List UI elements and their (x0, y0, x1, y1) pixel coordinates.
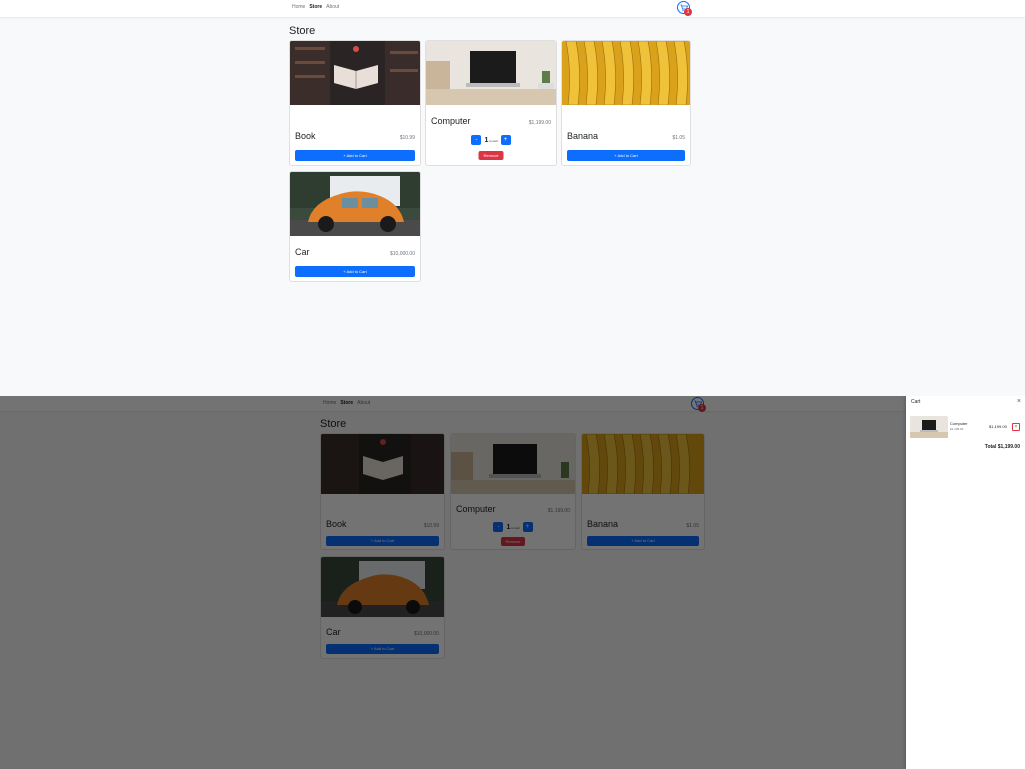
product-price: $1,199.00 (528, 120, 551, 126)
add-to-cart-button[interactable]: + Add to Cart (295, 266, 415, 277)
increase-quantity-button[interactable]: + (500, 135, 511, 145)
quantity-value: 1 (484, 136, 489, 144)
product-name: Car (295, 247, 310, 257)
cart-total: Total $1,199.00 (984, 444, 1020, 450)
nav-store-link[interactable]: Store (309, 4, 322, 10)
decrease-quantity-button[interactable]: - (471, 135, 482, 145)
cart-item-name: Computer (950, 421, 968, 426)
product-price: $10,000.00 (389, 251, 415, 257)
page-title: Store (289, 25, 316, 37)
cart-item-image (910, 416, 948, 438)
close-icon[interactable]: × (1017, 398, 1021, 405)
car-image (290, 172, 420, 236)
product-price: $1.05 (672, 135, 685, 141)
cart-count-badge: 1 (684, 8, 692, 16)
offcanvas-title: Cart (911, 399, 921, 405)
store-page-cart-open: Home Store About 1 Store Book $10.99 + A… (0, 396, 1025, 769)
quantity-display: 1in cart (484, 137, 497, 144)
add-to-cart-button[interactable]: + Add to Cart (295, 150, 415, 161)
banana-image (562, 41, 690, 105)
product-card-car: Car $10,000.00 + Add to Cart (289, 171, 421, 282)
product-card-computer: Computer $1,199.00 - 1in cart + Remove (425, 40, 557, 166)
product-price: $10.99 (399, 135, 415, 141)
product-card-book: Book $10.99 + Add to Cart (289, 40, 421, 166)
remove-button[interactable]: Remove (478, 151, 504, 160)
product-card-banana: Banana $1.05 + Add to Cart (561, 40, 691, 166)
nav-links: Home Store About (292, 4, 339, 10)
product-name: Book (295, 131, 316, 141)
nav-home-link[interactable]: Home (292, 4, 305, 10)
product-name: Computer (431, 116, 471, 126)
add-to-cart-button[interactable]: + Add to Cart (567, 150, 685, 161)
in-cart-label: in cart (489, 138, 498, 143)
computer-image (426, 41, 556, 105)
cart-item-total: $1,199.00 (989, 424, 1007, 429)
navbar: Home Store About 1 (0, 0, 1025, 17)
book-image (290, 41, 420, 105)
modal-backdrop[interactable] (0, 396, 906, 769)
product-name: Banana (567, 131, 599, 141)
cart-item-unit-price: $1,199.00 (950, 427, 964, 431)
store-page-top: Home Store About 1 Store Book $10.99 + A… (0, 0, 1025, 396)
cart-offcanvas: Cart × Computer $1,199.00 $1,199.00 × To… (906, 396, 1025, 769)
remove-item-button[interactable]: × (1012, 423, 1020, 431)
quantity-controls: - 1in cart + (426, 135, 556, 145)
nav-about-link[interactable]: About (326, 4, 339, 10)
